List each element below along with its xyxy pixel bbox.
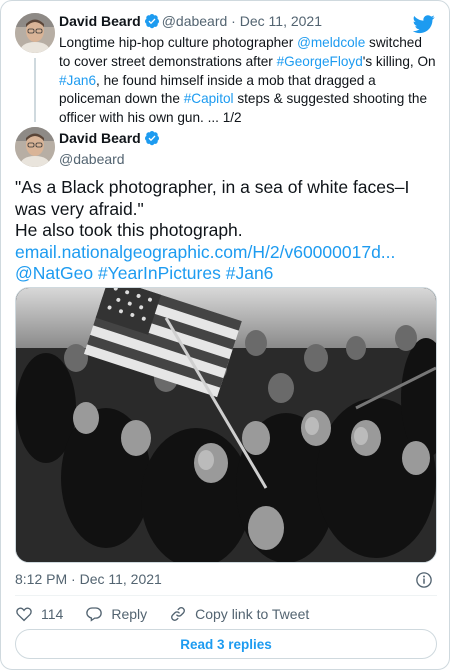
hashtag-link[interactable]: #Jan6: [226, 263, 274, 283]
article-link[interactable]: email.nationalgeographic.com/H/2/v600000…: [15, 242, 439, 264]
tweet-actions: 114 Reply Copy link to Tweet: [15, 604, 331, 624]
quote-line-2: was very afraid.": [15, 198, 144, 219]
parent-tweet-text: Longtime hip-hop culture photographer @m…: [59, 34, 437, 128]
avatar[interactable]: [15, 127, 55, 167]
tweet-timestamp[interactable]: 8:12 PM · Dec 11, 2021: [15, 571, 162, 587]
verified-badge-icon: [144, 131, 159, 146]
author-handle[interactable]: @dabeard: [59, 151, 125, 167]
text-segment: Longtime hip-hop culture photographer: [59, 35, 298, 50]
hashtag-link[interactable]: #Capitol: [184, 91, 234, 106]
like-button[interactable]: 114: [15, 605, 63, 623]
crowd-photo-image: [16, 288, 436, 562]
main-tweet-author: David Beard @dabeard: [59, 128, 162, 170]
thread-connector-line: [34, 58, 36, 122]
parent-tweet-header: David Beard @dabeard · Dec 11, 2021: [59, 13, 322, 31]
main-tweet-text: "As a Black photographer, in a sea of wh…: [15, 177, 439, 285]
like-count: 114: [41, 606, 64, 622]
twitter-bird-icon[interactable]: [413, 13, 435, 35]
author-name[interactable]: David Beard: [59, 130, 141, 146]
info-icon[interactable]: [415, 571, 433, 589]
copy-link-button[interactable]: Copy link to Tweet: [169, 605, 309, 623]
author-photo: [15, 127, 55, 167]
author-handle[interactable]: @dabeard: [162, 13, 228, 29]
hashtag-link[interactable]: #YearInPictures: [98, 263, 221, 283]
verified-badge-icon: [144, 14, 159, 29]
reply-label: Reply: [111, 606, 148, 622]
text-line: He also took this photograph.: [15, 220, 243, 240]
tweet-photo[interactable]: [15, 287, 437, 563]
hashtag-link[interactable]: #Jan6: [59, 73, 96, 88]
quote-line-1: "As a Black photographer, in a sea of wh…: [15, 177, 410, 197]
mention-link[interactable]: @meldcole: [297, 35, 365, 50]
author-name[interactable]: David Beard: [59, 13, 141, 29]
mention-link[interactable]: @NatGeo: [15, 263, 93, 283]
hashtag-link[interactable]: #GeorgeFloyd: [277, 54, 363, 69]
avatar[interactable]: [15, 13, 55, 53]
text-segment: 's killing, On: [362, 53, 436, 69]
author-photo: [15, 13, 55, 53]
divider: [15, 595, 437, 596]
tweet-embed-card: David Beard @dabeard · Dec 11, 2021 Longt…: [0, 0, 450, 670]
reply-icon: [86, 607, 103, 622]
reply-button[interactable]: Reply: [85, 605, 147, 623]
copy-link-label: Copy link to Tweet: [195, 606, 310, 622]
separator-dot: ·: [227, 13, 240, 29]
link-icon: [171, 607, 186, 621]
tweet-date[interactable]: Dec 11, 2021: [240, 13, 322, 29]
heart-icon: [16, 607, 32, 622]
read-replies-button[interactable]: Read 3 replies: [15, 629, 437, 659]
